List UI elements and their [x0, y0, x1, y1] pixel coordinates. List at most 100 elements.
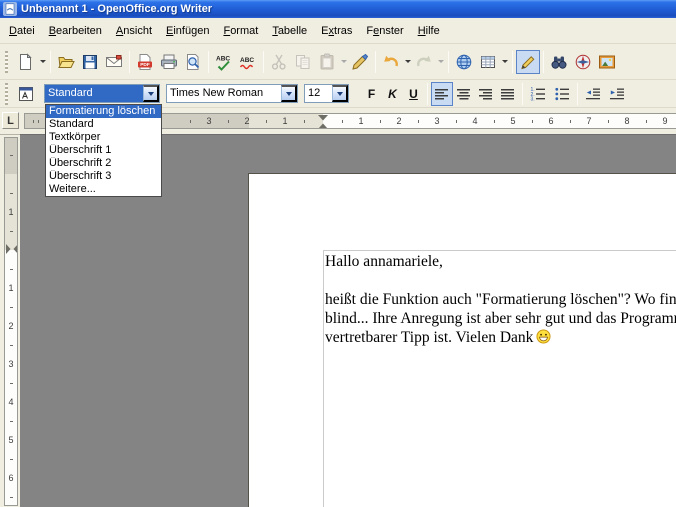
font-name-dropdown-button[interactable]	[281, 85, 297, 102]
gallery-icon	[598, 53, 616, 71]
styles-panel-icon	[17, 85, 35, 103]
menu-tabelle[interactable]: Tabelle	[265, 22, 314, 40]
menu-datei[interactable]: Datei	[2, 22, 42, 40]
save-icon	[81, 53, 99, 71]
bullet-list-icon	[553, 85, 571, 103]
increase-indent-button[interactable]	[605, 82, 629, 106]
ruler-number: 4	[5, 396, 17, 408]
indent-marker[interactable]	[318, 115, 328, 129]
find-replace-button[interactable]	[547, 50, 571, 74]
document-page[interactable]: Hallo annamariele, heißt die Funktion au…	[248, 173, 676, 507]
copy-button[interactable]	[291, 50, 315, 74]
hyperlink-button[interactable]	[452, 50, 476, 74]
new-document-dropdown-arrow[interactable]	[38, 50, 47, 74]
align-justify-button[interactable]	[497, 82, 519, 106]
font-name-value[interactable]: Times New Roman	[167, 85, 281, 102]
style-option-textkoerper[interactable]: Textkörper	[46, 131, 161, 144]
writer-app-icon[interactable]	[3, 2, 17, 16]
format-paintbrush-icon	[351, 53, 369, 71]
decrease-indent-button[interactable]	[581, 82, 605, 106]
paragraph-style-value[interactable]: Standard	[45, 85, 143, 102]
gallery-button[interactable]	[595, 50, 619, 74]
redo-dropdown-arrow[interactable]	[436, 50, 445, 74]
standard-toolbar: PDF ABC ABC	[0, 44, 676, 80]
ruler-number: 9	[660, 114, 670, 129]
document-text[interactable]: Hallo annamariele, heißt die Funktion au…	[325, 252, 676, 347]
left-ruler-strip: 1 1 2 3 4 5 6	[0, 134, 20, 507]
format-paintbrush-button[interactable]	[348, 50, 372, 74]
paste-button[interactable]	[315, 50, 339, 74]
vertical-ruler[interactable]: 1 1 2 3 4 5 6	[4, 137, 18, 506]
ruler-number: 3	[432, 114, 442, 129]
margin-marker[interactable]	[6, 244, 18, 254]
align-left-button[interactable]	[431, 82, 453, 106]
font-size-dropdown-button[interactable]	[332, 85, 348, 102]
redo-button[interactable]	[412, 50, 436, 74]
align-justify-icon	[499, 85, 517, 103]
ruler-number: 8	[622, 114, 632, 129]
style-option-formatierung-loeschen[interactable]: Formatierung löschen	[46, 105, 161, 118]
style-dropdown-list: Formatierung löschen Standard Textkörper…	[45, 104, 162, 197]
insert-table-dropdown-arrow[interactable]	[500, 50, 509, 74]
font-size-value[interactable]: 12	[305, 85, 332, 102]
font-size-combo[interactable]: 12	[304, 84, 349, 103]
paste-dropdown-arrow[interactable]	[339, 50, 348, 74]
toolbar-separator	[522, 83, 523, 105]
toolbar-separator	[512, 51, 513, 73]
toolbar-separator	[543, 51, 544, 73]
open-button[interactable]	[54, 50, 78, 74]
style-option-ueberschrift-1[interactable]: Überschrift 1	[46, 144, 161, 157]
spellcheck-button[interactable]: ABC	[212, 50, 236, 74]
menu-einfuegen[interactable]: Einfügen	[159, 22, 216, 40]
styles-panel-button[interactable]	[14, 82, 38, 106]
insert-table-button[interactable]	[476, 50, 500, 74]
print-button[interactable]	[157, 50, 181, 74]
tab-type-selector[interactable]: L	[2, 112, 19, 129]
underline-button[interactable]: U	[403, 83, 424, 104]
writer-window: Unbenannt 1 - OpenOffice.org Writer Date…	[0, 0, 676, 507]
menu-extras[interactable]: Extras	[314, 22, 359, 40]
paragraph-style-combo[interactable]: Standard	[44, 84, 160, 103]
save-button[interactable]	[78, 50, 102, 74]
toolbar-separator	[448, 51, 449, 73]
toolbar-separator	[50, 51, 51, 73]
open-icon	[57, 53, 75, 71]
title-bar[interactable]: Unbenannt 1 - OpenOffice.org Writer	[0, 0, 676, 18]
style-option-ueberschrift-3[interactable]: Überschrift 3	[46, 170, 161, 183]
undo-dropdown-arrow[interactable]	[403, 50, 412, 74]
font-name-combo[interactable]: Times New Roman	[166, 84, 298, 103]
page-preview-button[interactable]	[181, 50, 205, 74]
draw-functions-button[interactable]	[516, 50, 540, 74]
italic-button[interactable]: K	[382, 83, 403, 104]
menu-fenster[interactable]: Fenster	[359, 22, 410, 40]
toolbar-grip[interactable]	[5, 83, 8, 105]
paragraph-style-dropdown-button[interactable]	[143, 85, 159, 102]
undo-button[interactable]	[379, 50, 403, 74]
style-option-standard[interactable]: Standard	[46, 118, 161, 131]
svg-text:PDF: PDF	[140, 62, 150, 68]
ruler-number: 1	[5, 282, 17, 294]
new-document-button[interactable]	[14, 50, 38, 74]
style-option-ueberschrift-2[interactable]: Überschrift 2	[46, 157, 161, 170]
bold-button[interactable]: F	[361, 83, 382, 104]
menu-format[interactable]: Format	[216, 22, 265, 40]
paste-icon	[318, 53, 336, 71]
align-center-button[interactable]	[453, 82, 475, 106]
email-button[interactable]	[102, 50, 126, 74]
ruler-number: 3	[204, 114, 214, 129]
style-option-weitere[interactable]: Weitere...	[46, 183, 161, 196]
auto-spellcheck-button[interactable]: ABC	[236, 50, 260, 74]
ruler-number: 2	[394, 114, 404, 129]
cut-button[interactable]	[267, 50, 291, 74]
menu-hilfe[interactable]: Hilfe	[411, 22, 447, 40]
navigator-button[interactable]	[571, 50, 595, 74]
bullet-list-button[interactable]	[550, 82, 574, 106]
text-line: blind... Ihre Anregung ist aber sehr gut…	[325, 309, 676, 328]
text-line: Hallo annamariele,	[325, 252, 676, 271]
export-pdf-button[interactable]: PDF	[133, 50, 157, 74]
numbered-list-button[interactable]: 1.2.3.	[526, 82, 550, 106]
toolbar-grip[interactable]	[5, 51, 8, 73]
menu-bearbeiten[interactable]: Bearbeiten	[42, 22, 109, 40]
menu-ansicht[interactable]: Ansicht	[109, 22, 159, 40]
align-right-button[interactable]	[475, 82, 497, 106]
